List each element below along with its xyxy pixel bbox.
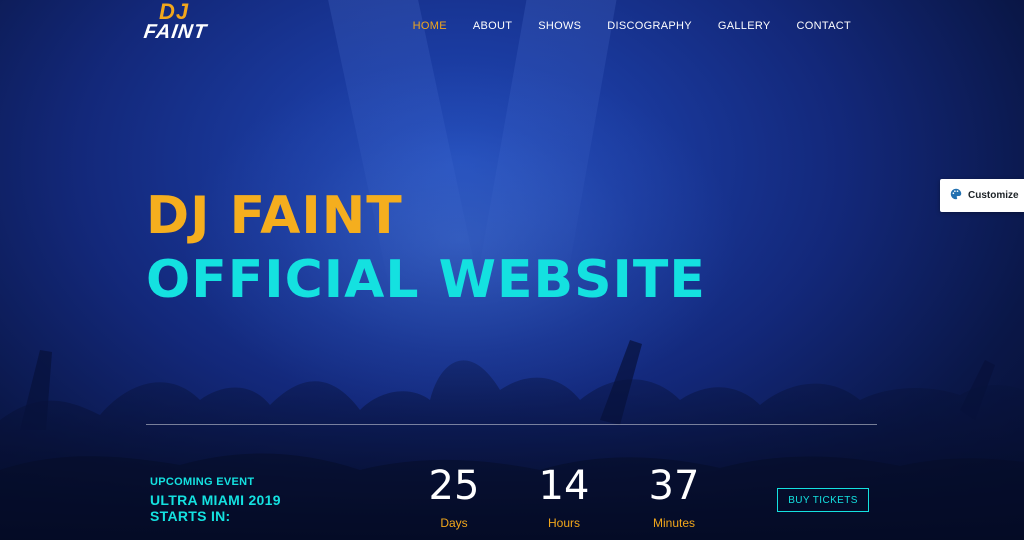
nav-item-discography[interactable]: DISCOGRAPHY (594, 19, 705, 33)
nav-item-about[interactable]: ABOUT (460, 19, 525, 33)
countdown-minutes: 37 Minutes (634, 464, 714, 530)
countdown-minutes-unit: Minutes (652, 516, 696, 530)
logo-text-top: DJ (158, 0, 190, 24)
countdown-minutes-value: 37 (648, 463, 700, 509)
buy-tickets-button[interactable]: BUY TICKETS (777, 488, 869, 512)
logo-text-bottom: FAINT (142, 21, 209, 43)
countdown-hours-unit: Hours (547, 516, 580, 530)
countdown-hours: 14 Hours (524, 464, 604, 530)
section-divider (146, 424, 877, 425)
customize-button[interactable]: Customize (940, 179, 1024, 212)
nav-item-home[interactable]: HOME (400, 19, 460, 33)
event-name: ULTRA MIAMI 2019 STARTS IN: (150, 492, 281, 524)
event-name-line-1: ULTRA MIAMI 2019 (150, 492, 281, 508)
site-logo[interactable]: DJ FAINT (142, 0, 209, 46)
upcoming-event-label: UPCOMING EVENT (150, 476, 255, 488)
nav-item-gallery[interactable]: GALLERY (705, 19, 784, 33)
palette-icon (950, 188, 962, 203)
countdown-hours-value: 14 (538, 463, 590, 509)
nav-item-shows[interactable]: SHOWS (525, 19, 594, 33)
hero-title-line-1: DJ FAINT (146, 186, 403, 246)
nav-item-contact[interactable]: CONTACT (784, 19, 864, 33)
main-nav: HOME ABOUT SHOWS DISCOGRAPHY GALLERY CON… (400, 19, 864, 33)
countdown-days-unit: Days (440, 516, 468, 530)
countdown-days: 25 Days (414, 464, 494, 530)
event-name-line-2: STARTS IN: (150, 508, 231, 524)
countdown-days-value: 25 (428, 463, 480, 509)
hero-title-line-2: OFFICIAL WEBSITE (146, 250, 706, 310)
customize-label: Customize (968, 190, 1019, 201)
